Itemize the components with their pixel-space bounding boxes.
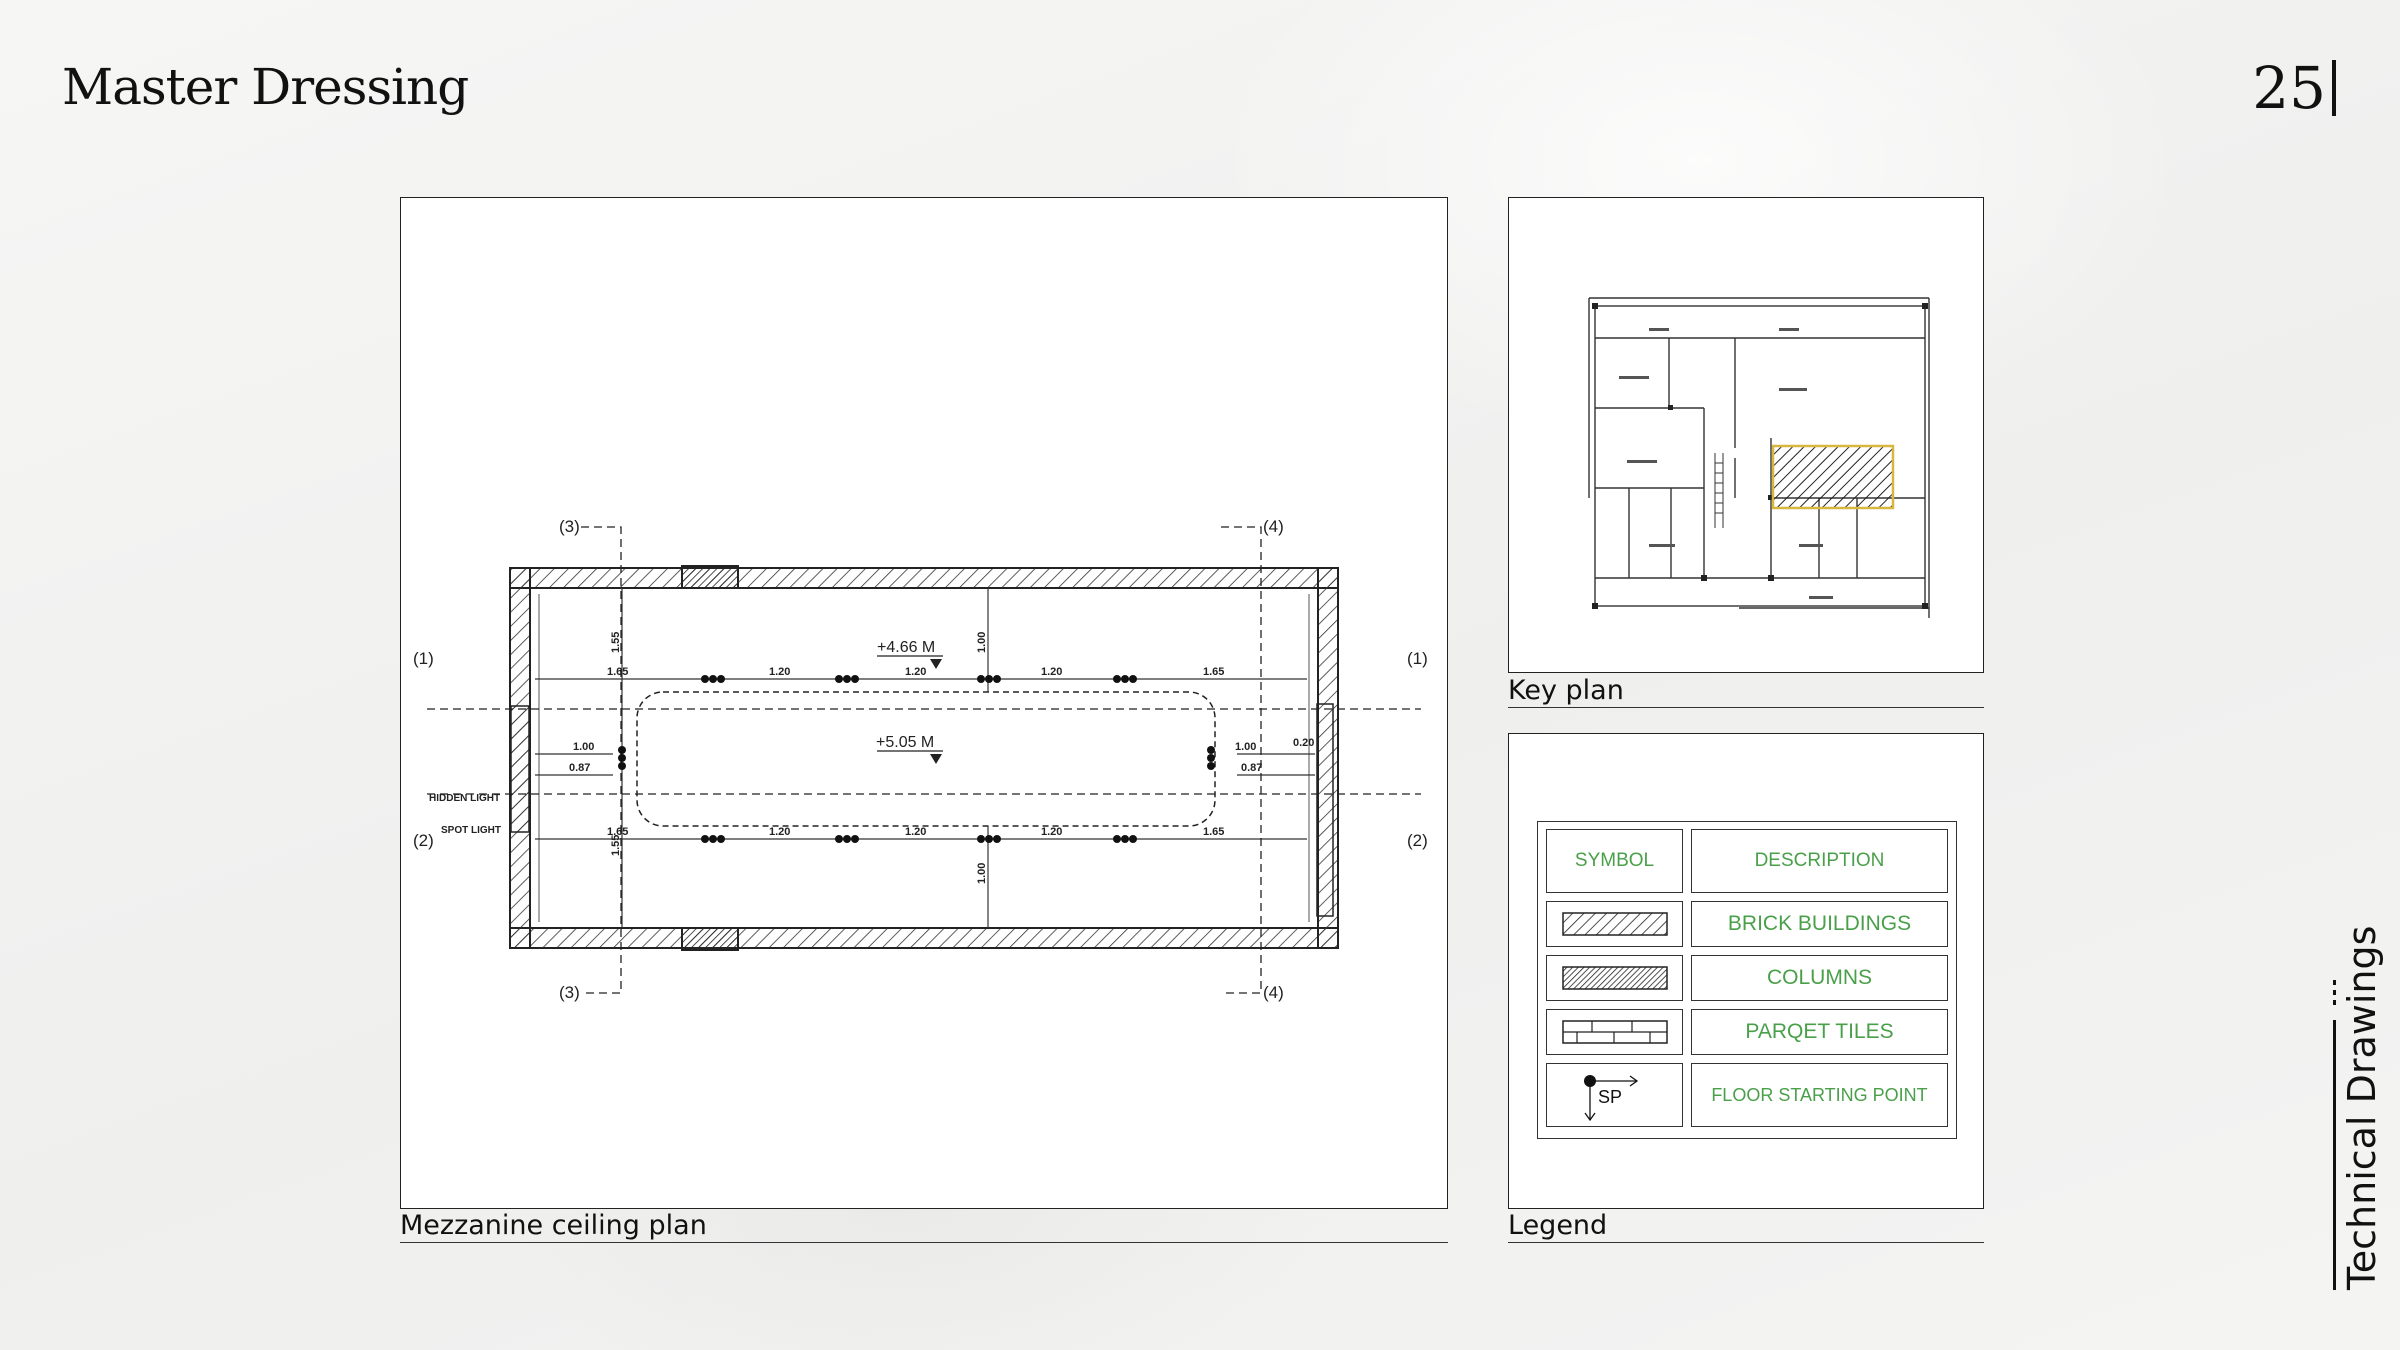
dim-label: 1.65 (607, 666, 628, 678)
master-dressing-highlight (1771, 444, 1895, 510)
page-title: Master Dressing (62, 58, 469, 116)
ceiling-plan-frame: +4.66 M +5.05 M (1) (1) (2) (2) (3) (3) … (400, 197, 1448, 1209)
dim-label: 1.20 (905, 826, 926, 838)
legend-caption: Legend (1508, 1210, 1984, 1243)
page-number: 25 (2252, 54, 2336, 122)
legend-row: SP FLOOR STARTING POINT (1546, 1063, 1948, 1127)
legend-symbol-cell (1546, 1009, 1683, 1055)
level-ceiling: +4.66 M (877, 639, 935, 656)
dim-label: 1.00 (1235, 741, 1256, 753)
column-hatch-icon (1561, 966, 1668, 990)
light-labels: HIDDEN LIGHT SPOT LIGHT (429, 793, 501, 836)
parquet-tile-icon (1561, 1020, 1668, 1044)
spot-lights (618, 675, 1215, 843)
brick-hatch-icon (1561, 912, 1668, 936)
legend-symbol-cell (1546, 901, 1683, 947)
dim-label: 1.20 (905, 666, 926, 678)
section-marker: (2) (1407, 831, 1428, 850)
legend-description: BRICK BUILDINGS (1691, 901, 1948, 947)
legend-header-row: SYMBOL DESCRIPTION (1546, 829, 1948, 893)
legend-symbol-header: SYMBOL (1546, 829, 1683, 893)
section-marker: (4) (1263, 983, 1284, 1002)
legend-row: COLUMNS (1546, 955, 1948, 1001)
key-plan-frame (1508, 197, 1984, 673)
ceiling-plan-drawing: +4.66 M +5.05 M (1) (1) (2) (2) (3) (3) … (413, 517, 1428, 1002)
legend-table: SYMBOL DESCRIPTION BRICK BUILDINGS COLUM… (1537, 821, 1957, 1139)
legend-row: BRICK BUILDINGS (1546, 901, 1948, 947)
ceiling-plan-caption: Mezzanine ceiling plan (400, 1210, 1448, 1243)
section-marker: (1) (1407, 649, 1428, 668)
dim-label: 1.00 (573, 741, 594, 753)
dim-label: 1.00 (976, 632, 988, 653)
side-rule (2333, 1020, 2336, 1290)
hidden-light-cove (636, 691, 1216, 827)
dim-label: 1.20 (769, 826, 790, 838)
starting-point-icon: SP (1583, 1075, 1638, 1122)
dim-label: 1.65 (1203, 826, 1224, 838)
section-cut-lines (427, 526, 1421, 994)
dim-label: 0.87 (569, 762, 590, 774)
dim-label: 0.87 (1241, 762, 1262, 774)
section-marker: (3) (559, 983, 580, 1002)
dim-label: 1.55 (610, 632, 622, 653)
level-markers: +4.66 M +5.05 M (876, 639, 943, 764)
legend-description: COLUMNS (1691, 955, 1948, 1001)
legend-row: PARQET TILES (1546, 1009, 1948, 1055)
section-marker: (2) (413, 831, 434, 850)
dim-label: 1.20 (769, 666, 790, 678)
dim-label: 1.00 (976, 863, 988, 884)
starting-point-symbol-text: SP (1598, 1087, 1622, 1107)
dim-label: 1.55 (610, 835, 622, 856)
legend-symbol-cell (1546, 955, 1683, 1001)
legend-description-header: DESCRIPTION (1691, 829, 1948, 893)
section-marker: (1) (413, 649, 434, 668)
section-marker: (4) (1263, 517, 1284, 536)
legend-description: FLOOR STARTING POINT (1691, 1063, 1948, 1127)
level-cove: +5.05 M (876, 734, 934, 751)
hidden-light-label: HIDDEN LIGHT (429, 793, 500, 804)
key-plan-caption: Key plan (1508, 675, 1984, 708)
dimension-text: 1.65 1.20 1.20 1.20 1.65 1.65 1.20 1.20 … (569, 632, 1314, 884)
dim-label: 1.20 (1041, 666, 1062, 678)
legend-description: PARQET TILES (1691, 1009, 1948, 1055)
side-dots (2333, 980, 2336, 1010)
section-marker: (3) (559, 517, 580, 536)
dim-label: 1.20 (1041, 826, 1062, 838)
section-label: Technical Drawings (2340, 925, 2384, 1290)
dim-label: 0.20 (1293, 737, 1314, 749)
spot-light-label: SPOT LIGHT (441, 825, 501, 836)
legend-symbol-cell: SP (1546, 1063, 1683, 1127)
dim-label: 1.65 (1203, 666, 1224, 678)
key-plan-drawing (1588, 297, 1930, 618)
